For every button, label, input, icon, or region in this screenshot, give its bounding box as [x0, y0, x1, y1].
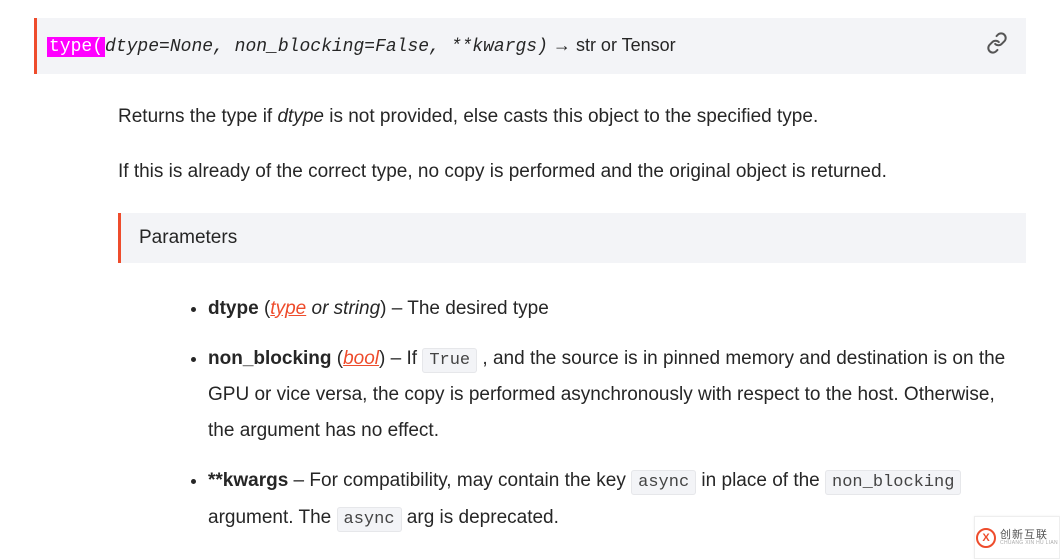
desc-em-dtype: dtype	[277, 106, 323, 127]
signature-text: type(dtype=None, non_blocking=False, **k…	[47, 35, 676, 57]
param-item-nonblocking: non_blocking (bool) – If True , and the …	[208, 341, 1026, 449]
watermark-badge: X 创新互联 CHUANG XIN HU LIAN	[974, 516, 1060, 559]
param-text: argument. The	[208, 507, 337, 528]
watermark-sub-text: CHUANG XIN HU LIAN	[1000, 541, 1058, 546]
watermark-logo-icon: X	[976, 528, 996, 548]
param-text: For compatibility, may contain the key	[309, 470, 631, 491]
dash: –	[288, 470, 309, 491]
type-link-type[interactable]: type	[270, 298, 306, 319]
method-name: type	[49, 37, 92, 57]
desc-text: is not provided, else casts this object …	[324, 106, 818, 127]
paren-close: ) –	[379, 348, 406, 369]
type-or: or	[306, 298, 333, 319]
param-desc: The desired type	[407, 298, 549, 319]
return-arrow: →	[548, 35, 576, 55]
watermark-logo-letter: X	[982, 532, 989, 544]
desc-text: Returns the type if	[118, 106, 277, 127]
permalink-icon[interactable]	[986, 32, 1008, 60]
method-name-highlight: type(	[47, 37, 105, 57]
param-item-dtype: dtype (type or string) – The desired typ…	[208, 291, 1026, 327]
method-signature-bar: type(dtype=None, non_blocking=False, **k…	[34, 18, 1026, 74]
param-item-kwargs: **kwargs – For compatibility, may contai…	[208, 463, 1026, 536]
param-text: arg is deprecated.	[402, 507, 559, 528]
code-async-2: async	[337, 507, 402, 532]
code-nonblocking: non_blocking	[825, 470, 961, 495]
param-name: dtype	[208, 298, 259, 319]
code-true: True	[422, 348, 477, 373]
close-paren: )	[537, 37, 548, 57]
code-async: async	[631, 470, 696, 495]
type-string: string	[334, 298, 380, 319]
parameters-header: Parameters	[118, 213, 1026, 263]
method-args: dtype=None, non_blocking=False, **kwargs	[105, 37, 537, 57]
param-text: in place of the	[696, 470, 825, 491]
type-link-bool[interactable]: bool	[343, 348, 379, 369]
paren-open: (	[332, 348, 344, 369]
open-paren: (	[92, 37, 103, 57]
description-block: Returns the type if dtype is not provide…	[118, 102, 1026, 187]
param-text: If	[406, 348, 422, 369]
param-name: **kwargs	[208, 470, 288, 491]
param-name: non_blocking	[208, 348, 332, 369]
paren-open: (	[259, 298, 271, 319]
parameters-label: Parameters	[139, 227, 237, 248]
watermark-text: 创新互联 CHUANG XIN HU LIAN	[1000, 530, 1058, 546]
watermark-main-text: 创新互联	[1000, 530, 1058, 541]
parameters-list: dtype (type or string) – The desired typ…	[208, 291, 1026, 536]
paren-close: ) –	[380, 298, 407, 319]
return-type: str or Tensor	[576, 35, 676, 55]
description-paragraph-2: If this is already of the correct type, …	[118, 157, 1026, 186]
description-paragraph-1: Returns the type if dtype is not provide…	[118, 102, 1026, 131]
